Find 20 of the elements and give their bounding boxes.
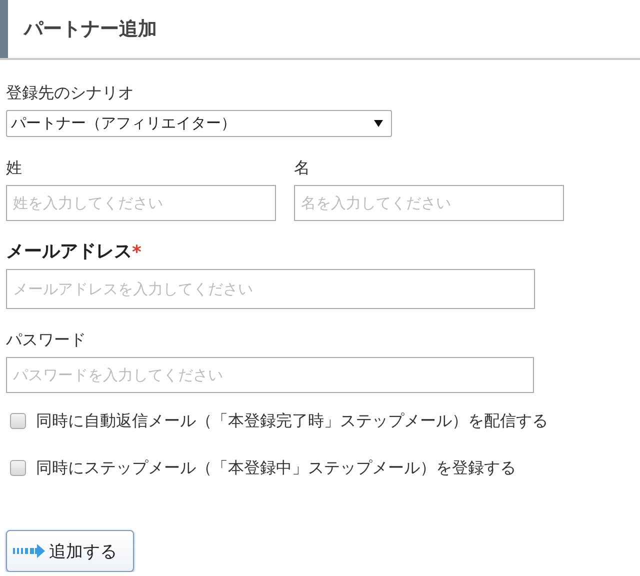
- input-field[interactable]: パスワードを入力してください: [6, 357, 534, 393]
- checkbox-label: 同時に自動返信メール（「本登録完了時」ステップメール）を配信する: [36, 410, 548, 432]
- input-field[interactable]: メールアドレスを入力してください: [6, 269, 535, 309]
- input-field[interactable]: 姓を入力してください: [6, 185, 276, 221]
- field-label: 登録先のシナリオ: [6, 82, 135, 104]
- field-label: 名: [294, 158, 310, 179]
- checkbox-label: 同時にステップメール（「本登録中」ステップメール）を登録する: [36, 458, 516, 478]
- field-label: メールアドレス: [6, 240, 132, 263]
- field-label: 姓: [6, 158, 22, 179]
- required-mark: *: [132, 242, 142, 263]
- dropdown-arrow-icon: [374, 120, 383, 127]
- page-title: パートナー追加: [22, 17, 157, 42]
- input-field[interactable]: 名を入力してください: [294, 185, 564, 221]
- checkbox[interactable]: [10, 460, 26, 476]
- scenario-dropdown[interactable]: パートナー（アフィリエイター）: [6, 110, 392, 137]
- add-button[interactable]: 追加する: [6, 530, 134, 572]
- header-accent-bar: [0, 0, 8, 58]
- arrow-right-icon: [13, 543, 45, 559]
- field-label: パスワード: [6, 330, 86, 351]
- checkbox[interactable]: [10, 413, 26, 429]
